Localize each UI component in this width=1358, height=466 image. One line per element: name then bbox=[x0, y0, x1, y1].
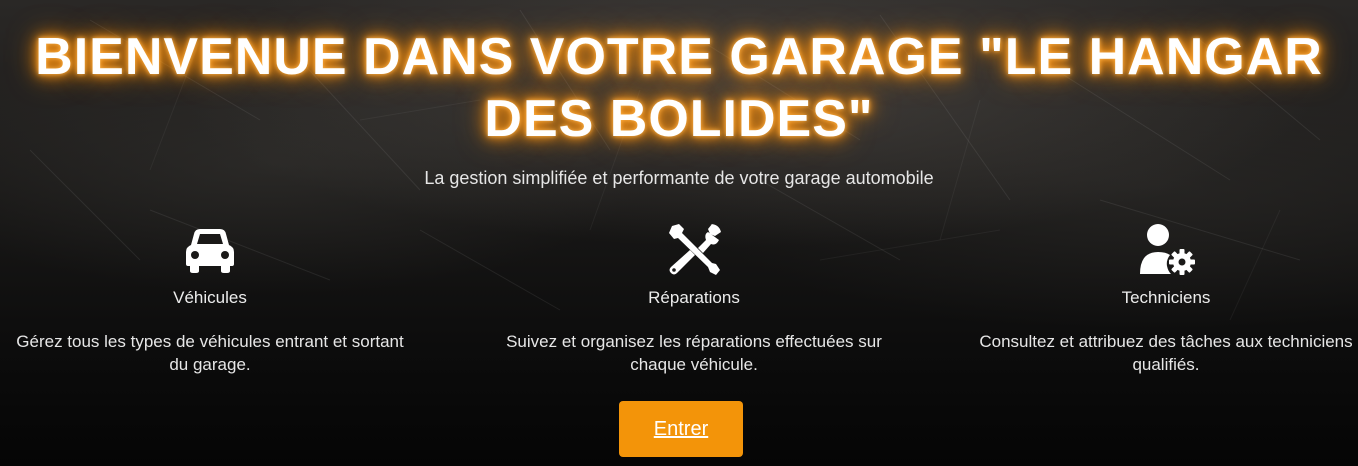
user-gear-icon bbox=[1140, 224, 1195, 275]
feature-description: Suivez et organisez les réparations effe… bbox=[506, 332, 882, 374]
enter-button[interactable]: Entrer bbox=[619, 401, 743, 457]
feature-description: Gérez tous les types de véhicules entran… bbox=[16, 332, 404, 374]
feature-title: Véhicules bbox=[173, 288, 247, 307]
feature-title: Techniciens bbox=[1121, 288, 1211, 307]
page-subtitle: La gestion simplifiée et performante de … bbox=[424, 168, 934, 188]
feature-description: Consultez et attribuez des tâches aux te… bbox=[979, 332, 1353, 374]
feature-vehicles: Véhicules Gérez tous les types de véhicu… bbox=[0, 220, 420, 376]
feature-title: Réparations bbox=[648, 288, 740, 307]
feature-technicians: Techniciens Consultez et attribuez des t… bbox=[956, 220, 1358, 376]
car-icon bbox=[186, 229, 234, 273]
feature-repairs: Réparations Suivez et organisez les répa… bbox=[484, 220, 904, 376]
page-title: BIENVENUE DANS VOTRE GARAGE "LE HANGAR D… bbox=[35, 28, 1323, 148]
hero-section: BIENVENUE DANS VOTRE GARAGE "LE HANGAR D… bbox=[0, 0, 1358, 466]
tools-icon bbox=[669, 224, 721, 275]
